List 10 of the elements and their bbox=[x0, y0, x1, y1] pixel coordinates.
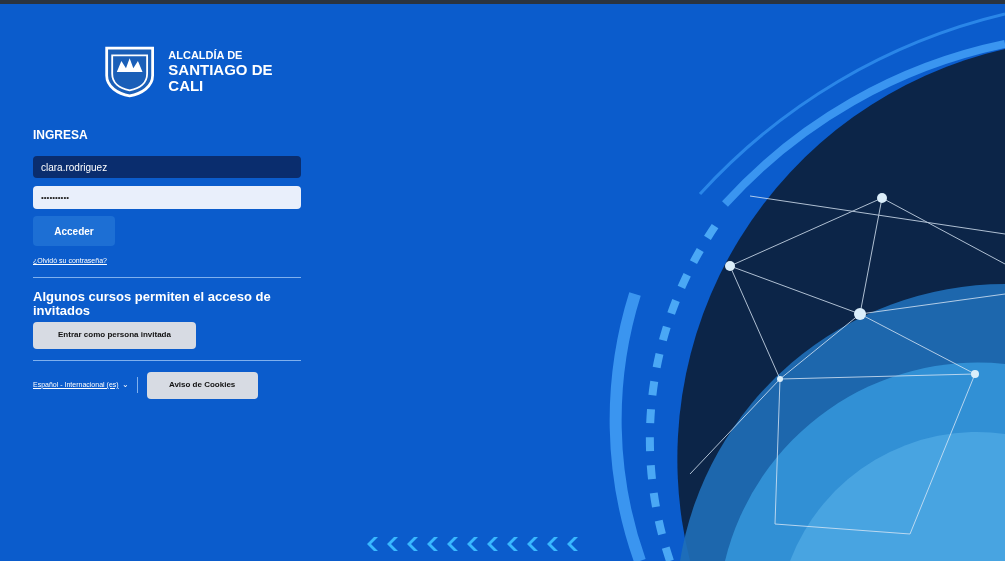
login-heading: INGRESA bbox=[33, 127, 89, 144]
guest-heading: Algunos cursos permiten el acceso de invitados bbox=[33, 289, 272, 318]
username-field[interactable]: clara.rodriguez bbox=[33, 156, 301, 178]
caret-icon[interactable]: ⌄ bbox=[121, 381, 129, 389]
cookies-button[interactable]: Aviso de Cookies bbox=[146, 371, 258, 399]
brand-name: SANTIAGO DE CALI bbox=[168, 62, 274, 94]
login-button[interactable]: Acceder bbox=[33, 216, 115, 246]
guest-login-button[interactable]: Entrar como persona invitada bbox=[33, 321, 196, 349]
brand-name: ALCALDÍA DE bbox=[168, 48, 244, 62]
password-field[interactable]: •••••••••• bbox=[33, 186, 301, 209]
